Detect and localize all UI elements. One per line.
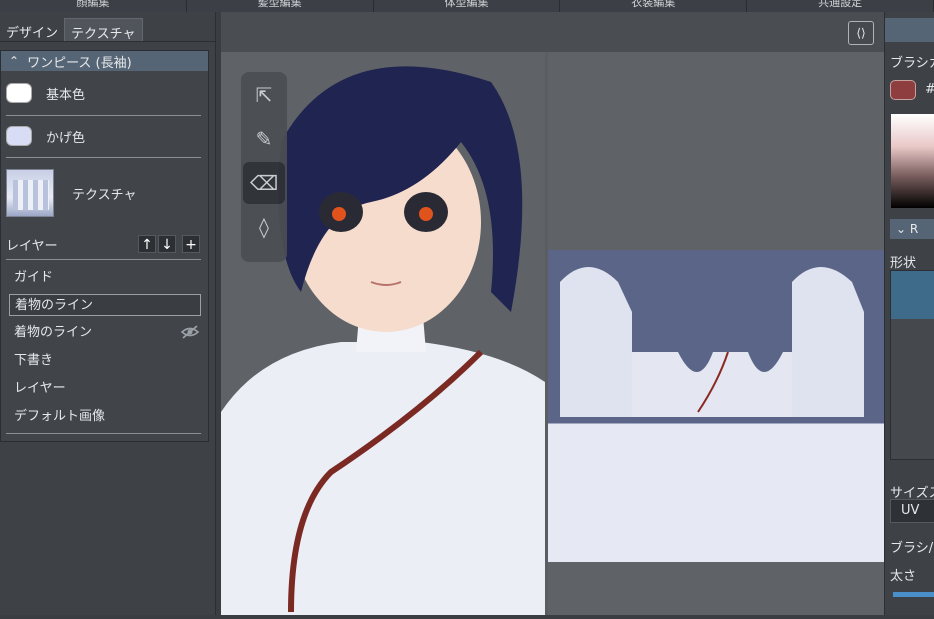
base-color-row[interactable]: 基本色 — [6, 83, 85, 103]
layer-item[interactable]: 下書き — [9, 350, 201, 372]
eye-hidden-icon[interactable] — [180, 324, 200, 340]
tab-body-edit[interactable]: 体型編集 — [374, 0, 561, 12]
chevron-up-icon: ⌃ — [9, 54, 20, 68]
3d-model-view[interactable]: ⇱ ✎ ⌫ ◊ — [221, 52, 545, 615]
move-layer-up-icon[interactable]: ↑ — [138, 235, 156, 253]
tab-texture[interactable]: テクスチャ — [64, 18, 143, 42]
section-header[interactable]: ⌃ ワンピース (長袖) — [1, 51, 208, 71]
tab-costume-edit[interactable]: 衣装編集 — [560, 0, 748, 12]
shadow-color-swatch[interactable] — [6, 126, 32, 146]
layer-header: レイヤー — [6, 235, 58, 254]
layer-header-label: レイヤー — [6, 239, 58, 254]
editor-viewport: ⟨⟩ ⇱ ✎ ⌫ ◊ — [221, 12, 884, 615]
layer-item[interactable]: 着物のライン — [9, 322, 201, 344]
divider — [6, 433, 201, 434]
brush-label: ブラシ/ — [890, 541, 934, 556]
uv-texture-view[interactable] — [548, 52, 884, 615]
divider — [6, 157, 201, 158]
shadow-color-row[interactable]: かげ色 — [6, 126, 85, 146]
chevron-down-icon: ⌄ — [896, 222, 910, 236]
shape-label: 形状 — [890, 256, 917, 271]
cursor-icon[interactable]: ⇱ — [243, 74, 285, 116]
layer-item[interactable]: ガイド — [9, 267, 201, 289]
panel-tabs: デザイン テクスチャ — [0, 12, 215, 42]
add-layer-icon[interactable]: + — [182, 235, 200, 253]
tab-hair-edit[interactable]: 髪型編集 — [187, 0, 374, 12]
brush-color-label: ブラシカ — [890, 56, 934, 71]
layer-label: 着物のライン — [14, 325, 93, 340]
brush-color-swatch[interactable] — [890, 80, 916, 100]
tab-design[interactable]: デザイン — [0, 18, 64, 41]
layer-toolbar: ↑ ↓ + — [138, 235, 200, 253]
viewport-toolbar: ⟨⟩ — [221, 12, 884, 52]
layer-item-selected[interactable]: 着物のライン — [9, 294, 201, 316]
thickness-label: 太さ — [890, 569, 917, 584]
top-tab-bar: 顔編集 髪型編集 体型編集 衣装編集 共通設定 — [0, 0, 934, 12]
texture-thumbnail[interactable] — [6, 169, 54, 217]
move-layer-down-icon[interactable]: ↓ — [158, 235, 176, 253]
base-color-swatch[interactable] — [6, 83, 32, 103]
droplet-icon[interactable]: ◊ — [243, 206, 285, 248]
left-panel: デザイン テクスチャ ⌃ ワンピース (長袖) 基本色 かげ色 テクスチャ レイ… — [0, 12, 216, 615]
pen-icon[interactable]: ✎ — [243, 118, 285, 160]
color-picker[interactable] — [891, 114, 934, 208]
tab-face-edit[interactable]: 顔編集 — [0, 0, 187, 12]
uv-map-image — [548, 52, 884, 615]
thickness-slider[interactable] — [893, 592, 934, 597]
texture-label: テクスチャ — [72, 187, 137, 203]
right-panel: ブラシカ # ⌄ R 形状 サイズス UV ブラシ/ 太さ — [884, 12, 934, 615]
right-panel-header — [885, 18, 934, 42]
mirror-toggle-icon[interactable]: ⟨⟩ — [848, 21, 874, 45]
section-title: ワンピース (長袖) — [27, 55, 132, 71]
layer-item[interactable]: デフォルト画像 — [9, 406, 201, 428]
collapsed-section-label: R — [909, 222, 919, 236]
brush-shape-list[interactable] — [890, 270, 934, 460]
base-color-label: 基本色 — [46, 87, 86, 103]
drawing-toolbox: ⇱ ✎ ⌫ ◊ — [241, 72, 287, 262]
eraser-icon[interactable]: ⌫ — [243, 162, 285, 204]
texture-section: ⌃ ワンピース (長袖) 基本色 かげ色 テクスチャ レイヤー ↑ ↓ + ガイ… — [0, 50, 209, 442]
shadow-color-label: かげ色 — [46, 130, 86, 146]
uv-select[interactable]: UV — [890, 499, 934, 523]
collapsed-section[interactable]: ⌄ R — [890, 219, 934, 239]
texture-row[interactable]: テクスチャ — [6, 169, 136, 217]
divider — [6, 115, 201, 116]
divider — [6, 259, 201, 260]
layer-item[interactable]: レイヤー — [9, 378, 201, 400]
tab-common-settings[interactable]: 共通設定 — [747, 0, 934, 12]
hex-value[interactable]: # — [925, 82, 934, 97]
